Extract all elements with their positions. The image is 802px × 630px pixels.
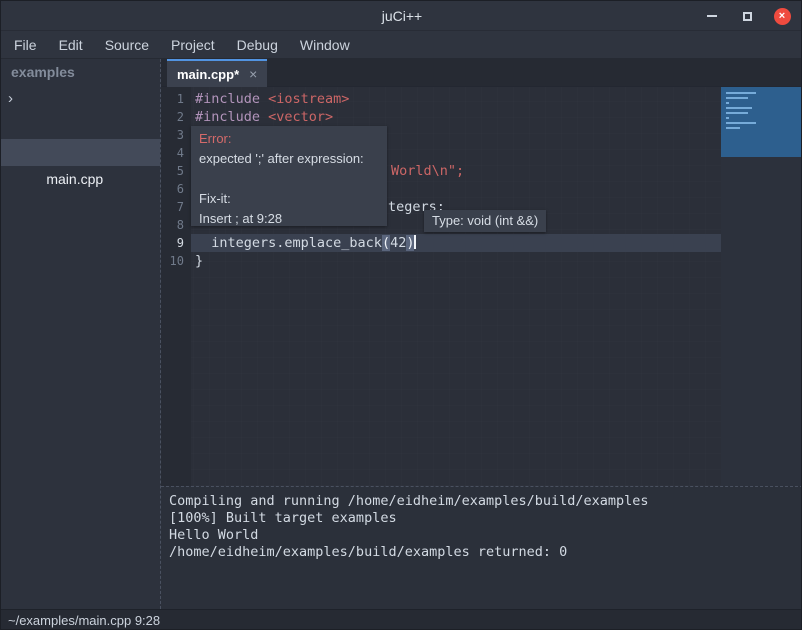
fixit-label: Fix-it: bbox=[199, 189, 379, 209]
terminal-line: /home/eidheim/examples/build/examples re… bbox=[169, 544, 802, 561]
tree-item-build[interactable]: › build bbox=[1, 85, 160, 112]
menu-source[interactable]: Source bbox=[94, 31, 160, 59]
string-token: World\n"; bbox=[391, 163, 464, 179]
titlebar[interactable]: juCi++ × bbox=[1, 1, 802, 31]
menu-file[interactable]: File bbox=[3, 31, 48, 59]
minimize-button[interactable] bbox=[703, 7, 721, 25]
type-tooltip: Type: void (int &&) bbox=[424, 210, 546, 232]
tree-item-label: main.cpp bbox=[46, 171, 103, 187]
argument-token: 42 bbox=[390, 235, 406, 251]
code-line-10[interactable]: } bbox=[191, 252, 721, 270]
menu-edit[interactable]: Edit bbox=[48, 31, 94, 59]
terminal-line: Hello World bbox=[169, 527, 802, 544]
diagnostic-summary: 1 error, 1 fix it bbox=[556, 610, 656, 630]
minimap-slider[interactable] bbox=[721, 87, 802, 157]
status-file-location: ~/examples/main.cpp 9:28 bbox=[8, 610, 160, 630]
fixit-message: Insert ; at 9:28 bbox=[199, 209, 379, 229]
line-number: 3 bbox=[161, 126, 191, 144]
minimize-icon bbox=[707, 15, 717, 17]
preprocessor-token: #include bbox=[195, 109, 268, 125]
line-number: 10 bbox=[161, 252, 191, 270]
line-number: 1 bbox=[161, 90, 191, 108]
tab-bar: main.cpp* × bbox=[161, 59, 802, 87]
terminal-line: [100%] Built target examples bbox=[169, 510, 802, 527]
tree-item-cmakelists[interactable]: CMakeLists.txt bbox=[1, 112, 160, 139]
text-cursor bbox=[414, 235, 416, 249]
line-number: 4 bbox=[161, 144, 191, 162]
file-tree-panel: examples › build CMakeLists.txt main.cpp bbox=[1, 59, 161, 609]
code-line-9-current[interactable]: integers.emplace_back(42) bbox=[191, 234, 721, 252]
chevron-right-icon: › bbox=[8, 85, 13, 112]
error-label: Error: bbox=[199, 129, 379, 149]
menu-project[interactable]: Project bbox=[160, 31, 226, 59]
close-button[interactable]: × bbox=[773, 7, 791, 25]
line-number: 5 bbox=[161, 162, 191, 180]
minimap[interactable] bbox=[721, 87, 802, 486]
line-number-current: 9 bbox=[161, 234, 191, 252]
code-line-2[interactable]: #include <vector> bbox=[191, 108, 721, 126]
menu-window[interactable]: Window bbox=[289, 31, 361, 59]
project-name: examples bbox=[1, 59, 160, 85]
line-number: 7 bbox=[161, 198, 191, 216]
tab-label: main.cpp* bbox=[177, 67, 239, 82]
editor-panel[interactable]: 1 2 3 4 5 6 7 8 9 10 #include <iostream>… bbox=[161, 87, 802, 486]
tab-close-icon[interactable]: × bbox=[249, 67, 257, 81]
terminal-panel[interactable]: Compiling and running /home/eidheim/exam… bbox=[161, 486, 802, 609]
restore-button[interactable] bbox=[738, 7, 756, 25]
window-controls: × bbox=[703, 1, 791, 31]
status-bar: ~/examples/main.cpp 9:28 1 error, 1 fix … bbox=[1, 609, 802, 630]
error-message: expected ';' after expression: bbox=[199, 149, 379, 169]
terminal-line: Compiling and running /home/eidheim/exam… bbox=[169, 493, 802, 510]
diagnostic-tooltip: Error: expected ';' after expression: Fi… bbox=[191, 126, 387, 226]
line-number-gutter: 1 2 3 4 5 6 7 8 9 10 bbox=[161, 87, 191, 486]
tree-item-main-cpp[interactable]: main.cpp bbox=[1, 139, 160, 166]
juci-window: juCi++ × File Edit Source Project Debug … bbox=[0, 0, 802, 630]
matched-open-paren: ( bbox=[382, 235, 390, 251]
code-token: } bbox=[195, 253, 203, 269]
line-number: 8 bbox=[161, 216, 191, 234]
menu-debug[interactable]: Debug bbox=[226, 31, 289, 59]
preprocessor-token: #include bbox=[195, 91, 268, 107]
matched-close-paren: ) bbox=[406, 235, 414, 251]
include-header-token: <iostream> bbox=[268, 91, 349, 107]
code-token: integers.emplace_back bbox=[195, 235, 382, 251]
tooltip-spacer bbox=[199, 169, 379, 189]
close-icon: × bbox=[774, 8, 791, 25]
menubar: File Edit Source Project Debug Window bbox=[1, 31, 802, 59]
tab-main-cpp[interactable]: main.cpp* × bbox=[167, 59, 267, 87]
minimap-code-preview bbox=[726, 92, 802, 129]
include-header-token: <vector> bbox=[268, 109, 333, 125]
line-number: 6 bbox=[161, 180, 191, 198]
line-number: 2 bbox=[161, 108, 191, 126]
restore-icon bbox=[743, 12, 752, 21]
code-line-1[interactable]: #include <iostream> bbox=[191, 90, 721, 108]
window-title: juCi++ bbox=[1, 1, 802, 31]
